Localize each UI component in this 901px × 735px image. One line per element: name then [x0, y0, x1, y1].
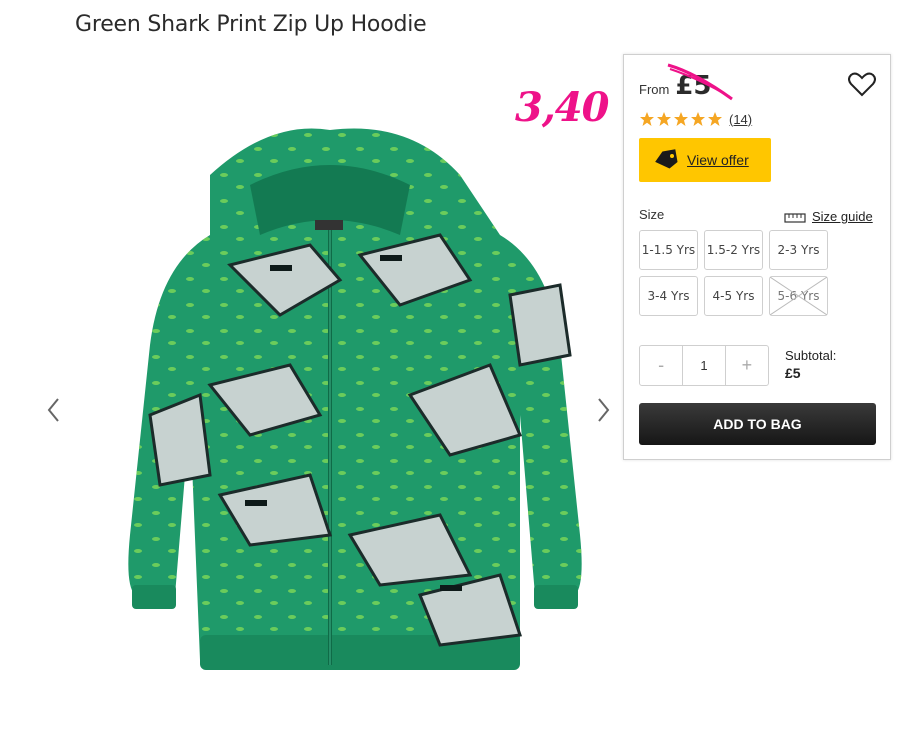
product-gallery — [40, 95, 620, 715]
star-icon — [708, 112, 722, 126]
handwritten-price-annotation: 3,40 — [515, 84, 609, 131]
rating-stars — [639, 111, 723, 127]
subtotal: Subtotal: £5 — [785, 348, 836, 381]
quantity-stepper: - 1 + — [639, 345, 769, 386]
size-option[interactable]: 2-3 Yrs — [769, 230, 828, 270]
size-option-label: 1.5-2 Yrs — [706, 243, 761, 257]
tag-icon — [655, 149, 678, 169]
ruler-icon — [784, 212, 806, 223]
size-option[interactable]: 4-5 Yrs — [704, 276, 763, 316]
unavailable-cross-mark — [770, 277, 827, 315]
star-icon — [691, 112, 705, 126]
size-guide-link[interactable]: Size guide — [784, 209, 873, 224]
product-title: Green Shark Print Zip Up Hoodie — [75, 12, 427, 37]
quantity-increase-button[interactable]: + — [726, 346, 768, 385]
product-image[interactable] — [80, 115, 590, 695]
size-option[interactable]: 3-4 Yrs — [639, 276, 698, 316]
reviews-count-link[interactable]: (14) — [729, 112, 752, 127]
heart-icon[interactable] — [848, 71, 876, 97]
purchase-panel: From £5 (14) View offer Size Size guide … — [623, 54, 891, 460]
subtotal-value: £5 — [785, 365, 801, 381]
size-option-label: 3-4 Yrs — [647, 289, 690, 303]
price-strikethrough-mark — [667, 63, 733, 101]
view-offer-label: View offer — [687, 152, 749, 168]
gallery-next-button[interactable] — [593, 395, 613, 425]
gallery-prev-button[interactable] — [44, 395, 64, 425]
view-offer-button[interactable]: View offer — [639, 138, 771, 182]
chevron-left-icon — [47, 398, 59, 422]
quantity-input[interactable]: 1 — [682, 346, 726, 385]
size-guide-label: Size guide — [812, 209, 873, 224]
size-option[interactable]: 5-6 Yrs — [769, 276, 828, 316]
size-label: Size — [639, 207, 665, 222]
size-options: 1-1.5 Yrs 1.5-2 Yrs 2-3 Yrs 3-4 Yrs 4-5 Yrs 5… — [639, 230, 839, 316]
size-option-label: 1-1.5 Yrs — [641, 243, 696, 257]
size-option[interactable]: 1-1.5 Yrs — [639, 230, 698, 270]
size-option-label: 4-5 Yrs — [712, 289, 755, 303]
add-to-bag-button[interactable]: ADD TO BAG — [639, 403, 876, 445]
chevron-right-icon — [598, 398, 610, 422]
rating: (14) — [639, 111, 752, 127]
star-icon — [674, 112, 688, 126]
quantity-decrease-button[interactable]: - — [640, 346, 682, 385]
size-option-label: 2-3 Yrs — [777, 243, 820, 257]
size-option[interactable]: 1.5-2 Yrs — [704, 230, 763, 270]
star-icon — [657, 112, 671, 126]
subtotal-label: Subtotal: — [785, 348, 837, 363]
price-from-label: From — [639, 82, 670, 97]
star-icon — [640, 112, 654, 126]
